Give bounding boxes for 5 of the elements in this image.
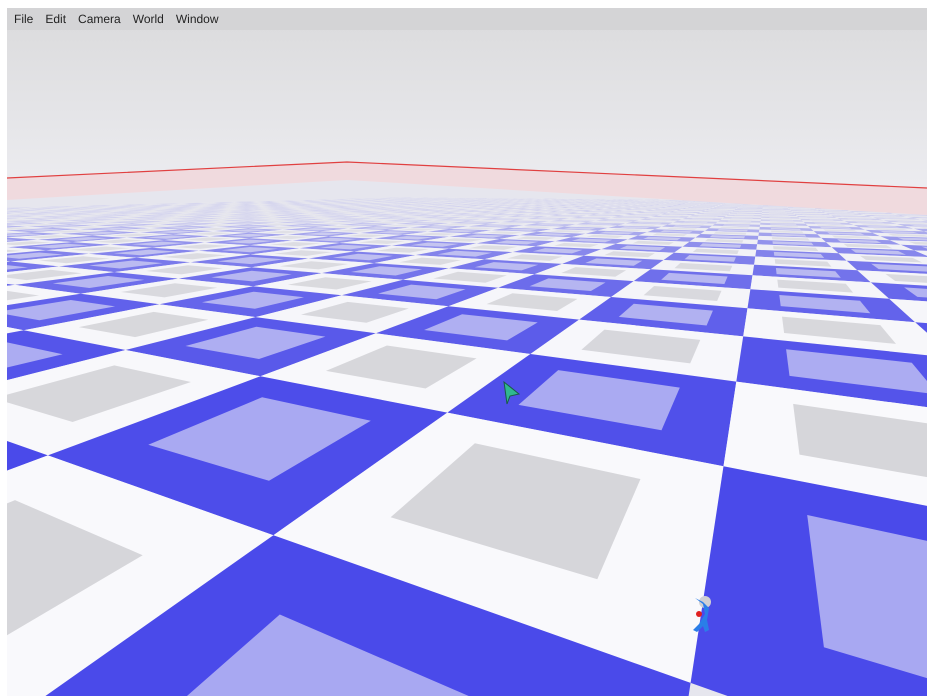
menu-item[interactable]: Edit <box>45 12 66 26</box>
menu-item[interactable]: World <box>132 12 164 26</box>
menu-item[interactable]: Camera <box>78 12 121 26</box>
menu-item[interactable]: Window <box>176 12 219 26</box>
menu-item[interactable]: File <box>14 12 34 26</box>
